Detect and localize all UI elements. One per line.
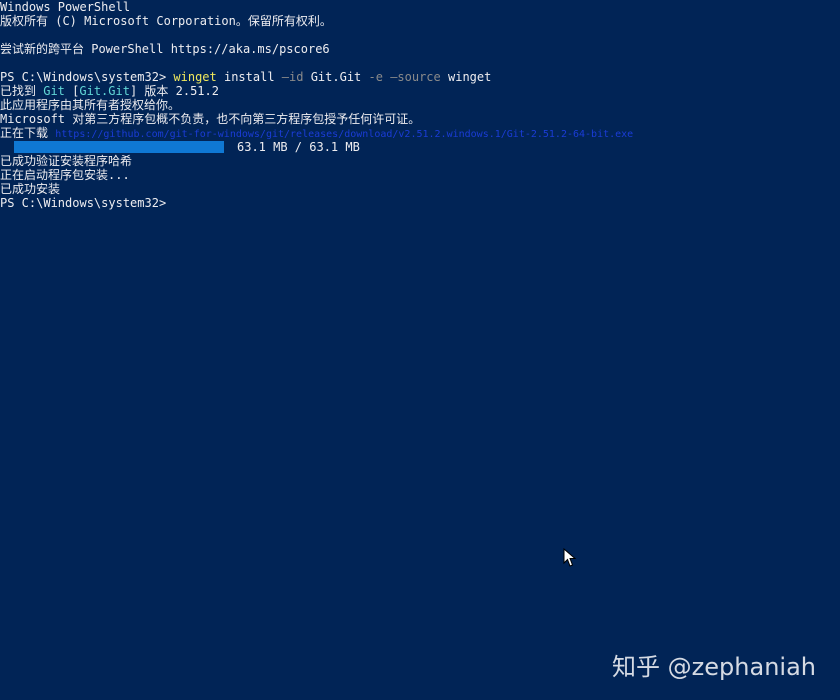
header-pscore-hint: 尝试新的跨平台 PowerShell https://aka.ms/pscore… xyxy=(0,42,330,56)
found-bracket-open: [ xyxy=(64,84,80,98)
param-source: —source xyxy=(390,70,441,84)
prompt-current[interactable]: PS C:\Windows\system32> xyxy=(0,196,166,210)
license-line: 此应用程序由其所有者授权给你。 xyxy=(0,98,181,112)
found-prefix: 已找到 xyxy=(0,84,44,98)
install-starting-line: 正在启动程序包安装... xyxy=(0,168,130,182)
param-id: —id xyxy=(281,70,304,84)
mouse-pointer-glyph xyxy=(563,547,577,567)
found-package-name: Git xyxy=(43,84,65,98)
found-line: 已找到 Git [Git.Git] 版本 2.51.2 xyxy=(0,84,219,98)
progress-text: 63.1 MB / 63.1 MB xyxy=(237,140,360,154)
prompt: PS C:\Windows\system32> xyxy=(0,70,174,84)
hash-verified-line: 已成功验证安装程序哈希 xyxy=(0,154,133,168)
downloading-line: 正在下载 https://github.com/git-for-windows/… xyxy=(0,126,633,140)
microsoft-disclaimer-line: Microsoft 对第三方程序包概不负责，也不向第三方程序包授予任何许可证。 xyxy=(0,112,421,126)
download-progress: 63.1 MB / 63.1 MB xyxy=(0,140,840,154)
progress-bar-track xyxy=(14,141,224,153)
downloading-prefix: 正在下载 xyxy=(0,126,56,140)
param-exact: -e xyxy=(368,70,383,84)
command-subcommand: install xyxy=(216,70,282,84)
powershell-terminal[interactable]: Windows PowerShell 版权所有 (C) Microsoft Co… xyxy=(0,0,840,700)
install-success-line: 已成功安装 xyxy=(0,182,61,196)
command-name: winget xyxy=(173,70,217,84)
mouse-pointer-icon xyxy=(563,547,577,568)
arg-id: Git.Git xyxy=(303,70,369,84)
zhihu-watermark: 知乎 @zephaniah xyxy=(612,653,816,681)
command-line: PS C:\Windows\system32> winget install —… xyxy=(0,70,491,84)
progress-bar-fill xyxy=(14,141,224,153)
found-package-id: Git.Git xyxy=(79,84,130,98)
found-version: 版本 2.51.2 xyxy=(137,84,219,98)
header-copyright: 版权所有 (C) Microsoft Corporation。保留所有权利。 xyxy=(0,14,332,28)
header-title: Windows PowerShell xyxy=(0,0,131,14)
arg-source: winget xyxy=(440,70,492,84)
download-url[interactable]: https://github.com/git-for-windows/git/r… xyxy=(55,129,633,140)
